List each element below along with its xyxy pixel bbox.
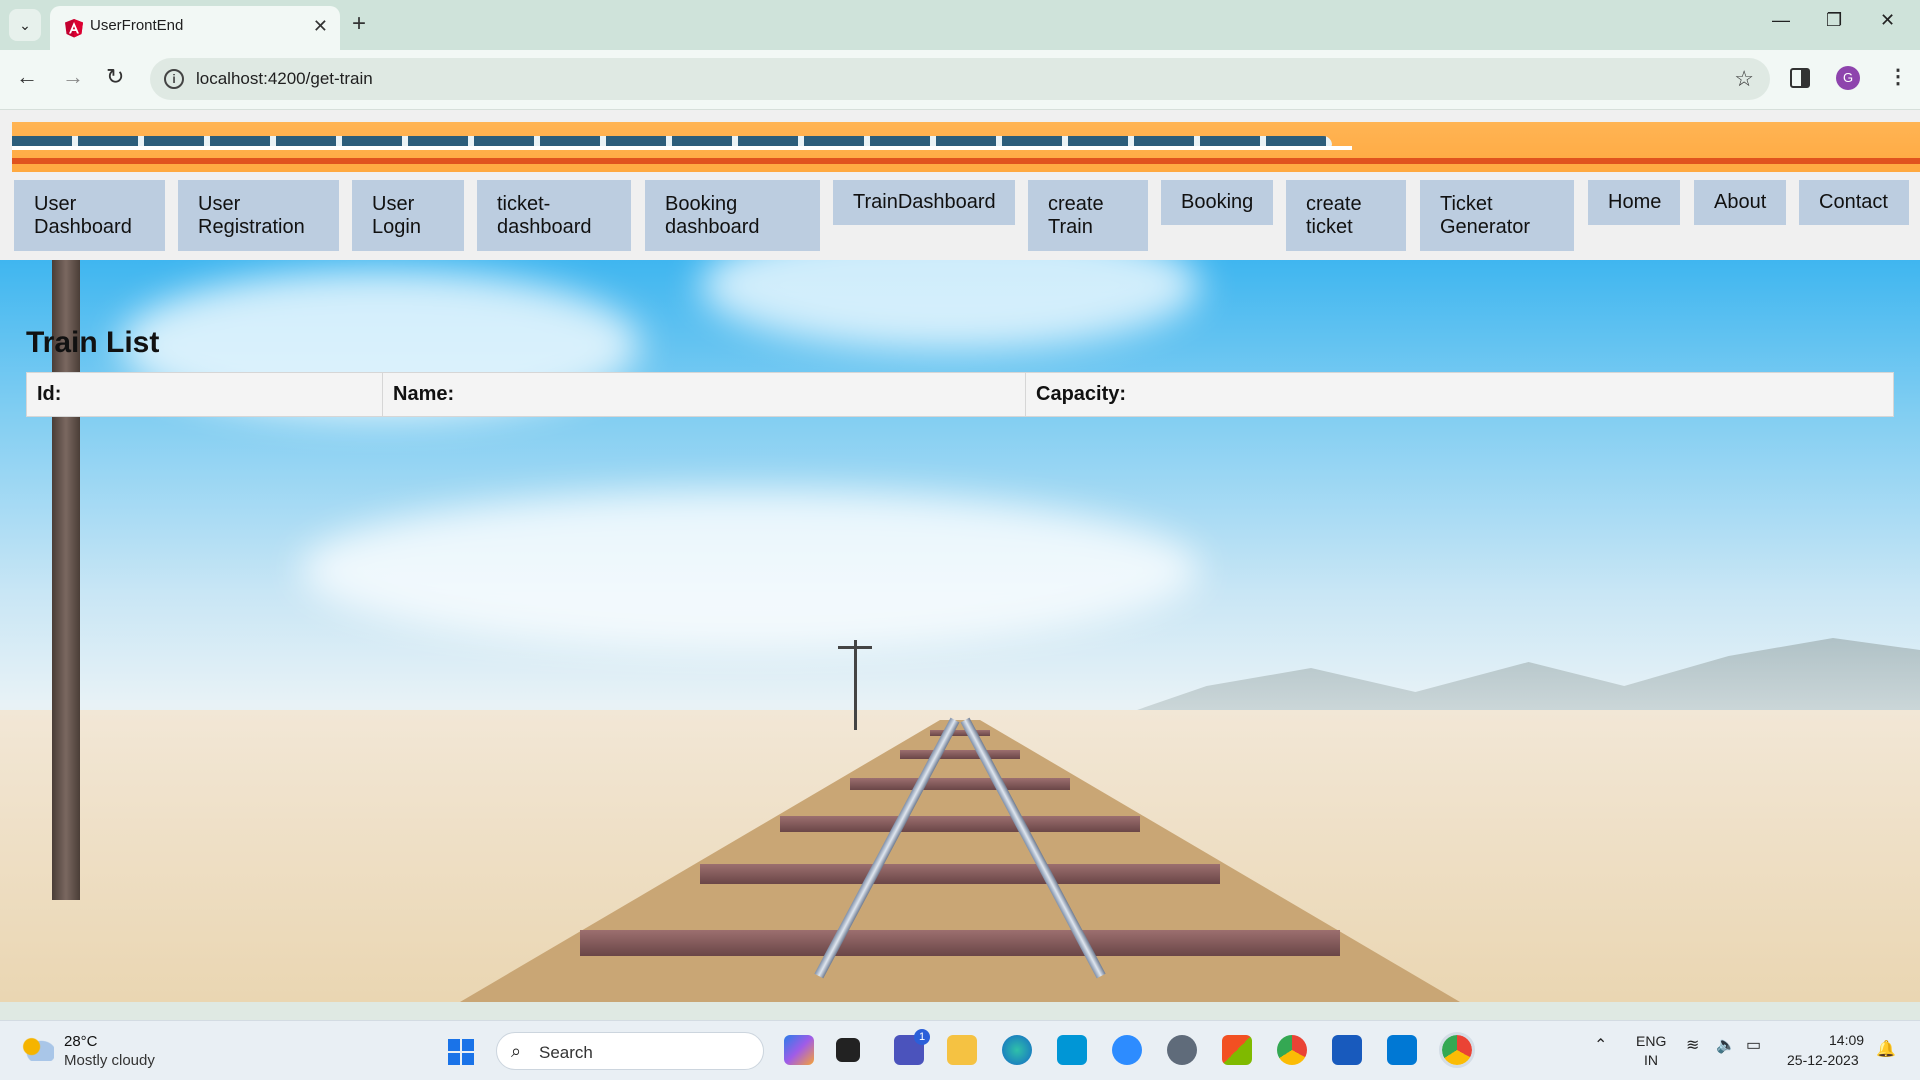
banner-train-shape <box>12 136 1332 146</box>
weather-temperature[interactable]: 28°C <box>64 1033 98 1050</box>
notification-bell-icon[interactable]: 🔔 <box>1876 1039 1896 1059</box>
file-explorer-icon[interactable] <box>947 1035 977 1065</box>
weather-cloud-icon[interactable] <box>22 1037 54 1061</box>
column-header-id: Id: <box>27 373 383 416</box>
teams-badge: 1 <box>914 1029 930 1045</box>
nav-create-ticket[interactable]: create ticket <box>1286 180 1406 251</box>
clock-time[interactable]: 14:09 <box>1829 1032 1864 1048</box>
nav-create-train[interactable]: create Train <box>1028 180 1148 251</box>
nav-booking[interactable]: Booking <box>1161 180 1273 225</box>
nav-ticket-dashboard[interactable]: ticket-dashboard <box>477 180 631 251</box>
nav-about[interactable]: About <box>1694 180 1786 225</box>
teams-icon[interactable]: 1 <box>894 1029 930 1065</box>
telegraph-pole <box>854 640 857 730</box>
settings-gear-icon[interactable] <box>1167 1035 1197 1065</box>
back-arrow-icon[interactable]: ← <box>16 64 38 90</box>
railway-background-image: Train List Id: Name: Capacity: <box>0 260 1920 1002</box>
taskbar-search[interactable]: ⌕ Search <box>496 1032 764 1070</box>
forward-arrow-icon[interactable]: → <box>62 64 84 90</box>
browser-toolbar: ← → ↻ i localhost:4200/get-train ☆ G ⋮ <box>0 50 1920 110</box>
windows-taskbar: 28°C Mostly cloudy ⌕ Search 1 ⌃ ENG IN ≋… <box>0 1020 1920 1080</box>
chrome-icon[interactable] <box>1277 1035 1307 1065</box>
banner-stripe <box>12 158 1920 164</box>
tab-search-chevron-down-icon[interactable]: ⌄ <box>9 9 41 41</box>
copilot-icon[interactable] <box>784 1035 814 1065</box>
rail-tie <box>930 730 990 736</box>
battery-icon[interactable]: ▭ <box>1746 1035 1761 1055</box>
rail-tie <box>780 816 1140 832</box>
language-region[interactable]: IN <box>1644 1052 1658 1068</box>
rail-tie <box>580 930 1340 956</box>
restore-icon[interactable]: ❐ <box>1826 10 1842 31</box>
page-title: Train List <box>26 326 160 359</box>
myhp-icon[interactable] <box>1057 1035 1087 1065</box>
address-bar[interactable]: i localhost:4200/get-train ☆ <box>150 58 1770 100</box>
language-indicator[interactable]: ENG <box>1636 1033 1666 1049</box>
banner-train-highlight <box>12 146 1352 150</box>
zoom-icon[interactable] <box>1112 1035 1142 1065</box>
main-navbar: User Dashboard User Registration User Lo… <box>0 172 1920 270</box>
rail-tie <box>700 864 1220 884</box>
clock-date[interactable]: 25-12-2023 <box>1787 1052 1859 1068</box>
cloud <box>700 260 1200 350</box>
reload-icon[interactable]: ↻ <box>106 64 124 90</box>
nav-train-dashboard[interactable]: TrainDashboard <box>833 180 1015 225</box>
new-tab-plus-icon[interactable]: + <box>352 10 366 38</box>
search-icon: ⌕ <box>511 1041 522 1061</box>
nav-booking-dashboard[interactable]: Booking dashboard <box>645 180 820 251</box>
tab-title: UserFrontEnd <box>90 17 184 34</box>
show-hidden-icons-chevron-up-icon[interactable]: ⌃ <box>1594 1035 1607 1055</box>
telegraph-crossbar <box>838 646 872 649</box>
profile-avatar[interactable]: G <box>1836 66 1860 90</box>
task-view-icon[interactable] <box>836 1038 860 1062</box>
search-placeholder: Search <box>539 1043 593 1062</box>
side-panel-icon[interactable] <box>1790 68 1810 88</box>
rail-tie <box>900 750 1020 759</box>
tab-close-icon[interactable]: ✕ <box>313 16 328 37</box>
url-text[interactable]: localhost:4200/get-train <box>196 69 373 89</box>
nav-contact[interactable]: Contact <box>1799 180 1909 225</box>
nav-user-dashboard[interactable]: User Dashboard <box>14 180 165 251</box>
wifi-icon[interactable]: ≋ <box>1686 1035 1699 1055</box>
angular-icon <box>65 19 83 38</box>
nav-user-login[interactable]: User Login <box>352 180 464 251</box>
train-banner-image <box>12 122 1920 172</box>
kebab-menu-icon[interactable]: ⋮ <box>1888 64 1908 89</box>
nav-ticket-generator[interactable]: Ticket Generator <box>1420 180 1574 251</box>
edge-icon[interactable] <box>1002 1035 1032 1065</box>
vscode-icon[interactable] <box>1387 1035 1417 1065</box>
browser-tab[interactable]: UserFrontEnd ✕ <box>50 6 340 50</box>
windows-start-icon[interactable] <box>448 1039 474 1065</box>
web-page: User Dashboard User Registration User Lo… <box>0 110 1920 1002</box>
chrome-profile-icon[interactable] <box>1439 1032 1475 1068</box>
volume-icon[interactable]: 🔈 <box>1716 1035 1736 1055</box>
star-icon[interactable]: ☆ <box>1734 66 1754 92</box>
column-header-capacity: Capacity: <box>1036 383 1127 405</box>
word-icon[interactable] <box>1332 1035 1362 1065</box>
weather-description[interactable]: Mostly cloudy <box>64 1052 155 1069</box>
cloud <box>300 490 1200 650</box>
column-header-name: Name: <box>383 373 1026 416</box>
window-close-icon[interactable]: ✕ <box>1880 10 1895 31</box>
browser-tab-bar: ⌄ UserFrontEnd ✕ + — ❐ ✕ <box>0 0 1920 50</box>
minimize-icon[interactable]: — <box>1772 10 1790 31</box>
site-info-icon[interactable]: i <box>164 69 184 89</box>
nav-home[interactable]: Home <box>1588 180 1680 225</box>
train-table-header: Id: Name: Capacity: <box>26 372 1894 417</box>
microsoft-store-icon[interactable] <box>1222 1035 1252 1065</box>
nav-user-registration[interactable]: User Registration <box>178 180 339 251</box>
rail-tie <box>850 778 1070 790</box>
